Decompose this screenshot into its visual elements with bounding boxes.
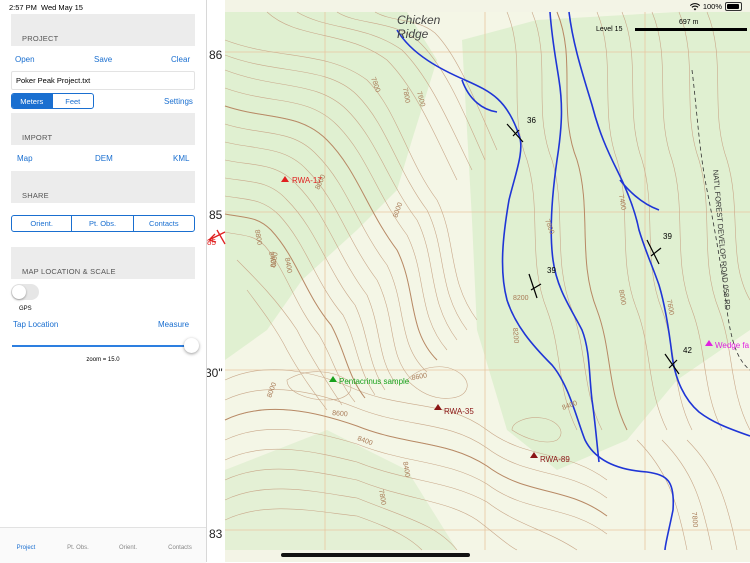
- scale-bar: [635, 28, 747, 31]
- project-file-field[interactable]: Poker Peak Project.txt: [11, 71, 195, 90]
- gps-toggle[interactable]: [11, 284, 39, 300]
- place-label: Ridge: [397, 27, 429, 41]
- status-date: Wed May 15: [41, 3, 83, 12]
- tab-pt-obs[interactable]: Pt. Obs.: [53, 545, 103, 551]
- scale-label: 697 m: [679, 19, 699, 26]
- contour-label: 8200: [513, 295, 529, 302]
- tab-bar: Project Pt. Obs. Orient. Contacts: [0, 527, 206, 563]
- share-pt-obs-segment[interactable]: Pt. Obs.: [71, 216, 132, 231]
- sidebar: PROJECT Open Save Clear Poker Peak Proje…: [0, 0, 207, 563]
- status-time: 2:57 PM: [9, 3, 37, 12]
- import-section-header: IMPORT: [11, 113, 195, 145]
- arrow-85-label: 85: [207, 238, 216, 247]
- pentacrinus-label: Pentacrinus sample: [339, 377, 410, 386]
- feet-segment[interactable]: Feet: [51, 94, 94, 108]
- orientation-label: 39: [663, 232, 672, 241]
- rwa-35-label: RWA-35: [444, 407, 474, 416]
- units-segmented-control: Meters Feet: [11, 93, 94, 109]
- observation-point[interactable]: Pentacrinus sample: [329, 376, 410, 386]
- rwa-17-label: RWA-17: [292, 176, 322, 185]
- rwa-89-label: RWA-89: [540, 455, 570, 464]
- project-file-name: Poker Peak Project.txt: [16, 76, 91, 85]
- tab-orient[interactable]: Orient.: [103, 545, 153, 551]
- open-button[interactable]: Open: [15, 55, 35, 64]
- zoom-readout: zoom = 15.0: [86, 357, 120, 363]
- map-canvas[interactable]: 36 39 39 42 7800 7600 8000 8200 8400 860…: [207, 0, 750, 562]
- gps-label: GPS: [19, 306, 32, 312]
- contour-label: 7800: [690, 512, 698, 528]
- orientation-label: 36: [527, 116, 536, 125]
- topo-map[interactable]: 36 39 39 42 7800 7600 8000 8200 8400 860…: [207, 0, 750, 562]
- tap-location-button[interactable]: Tap Location: [13, 320, 58, 329]
- grid-label: 86: [209, 48, 223, 62]
- battery-icon: [725, 2, 742, 11]
- home-indicator[interactable]: [281, 553, 470, 557]
- location-section-header: MAP LOCATION & SCALE: [11, 247, 195, 279]
- project-header-label: PROJECT: [22, 34, 59, 43]
- gps-toggle-knob: [12, 285, 26, 299]
- status-right: 100%: [689, 2, 742, 11]
- zoom-slider-thumb[interactable]: [184, 338, 199, 353]
- contour-label: 8600: [332, 410, 348, 418]
- tab-project[interactable]: Project: [1, 545, 51, 551]
- share-segmented-control: Orient. Pt. Obs. Contacts: [11, 215, 195, 232]
- map-margin: [207, 0, 225, 562]
- contour-label: 8200: [511, 328, 519, 344]
- grid-label: 85: [209, 208, 223, 222]
- place-label: Chicken: [397, 13, 441, 27]
- import-kml-button[interactable]: KML: [173, 154, 189, 163]
- project-section-header: PROJECT: [11, 14, 195, 46]
- grid-label: 30": [207, 366, 223, 380]
- orientation-label: 39: [547, 266, 556, 275]
- tab-contacts[interactable]: Contacts: [155, 545, 205, 551]
- save-button[interactable]: Save: [94, 55, 112, 64]
- share-contacts-segment[interactable]: Contacts: [132, 216, 194, 231]
- share-section-header: SHARE: [11, 171, 195, 203]
- zoom-slider[interactable]: [12, 338, 199, 353]
- orientation-label: 42: [683, 346, 692, 355]
- wedge-label: Wedge fa: [715, 341, 750, 350]
- battery-percent: 100%: [702, 2, 722, 11]
- settings-button[interactable]: Settings: [164, 97, 193, 106]
- import-header-label: IMPORT: [22, 133, 53, 142]
- import-dem-button[interactable]: DEM: [95, 154, 113, 163]
- meters-segment[interactable]: Meters: [12, 94, 52, 108]
- grid-label: 83: [209, 527, 223, 541]
- clear-button[interactable]: Clear: [171, 55, 190, 64]
- share-header-label: SHARE: [22, 191, 49, 200]
- measure-button[interactable]: Measure: [158, 320, 189, 329]
- location-header-label: MAP LOCATION & SCALE: [22, 267, 116, 276]
- share-orient-segment[interactable]: Orient.: [12, 216, 71, 231]
- import-map-button[interactable]: Map: [17, 154, 33, 163]
- wifi-icon: [689, 2, 700, 10]
- status-bar: 2:57 PM Wed May 15 100%: [0, 0, 750, 14]
- level-label: Level 15: [596, 26, 623, 33]
